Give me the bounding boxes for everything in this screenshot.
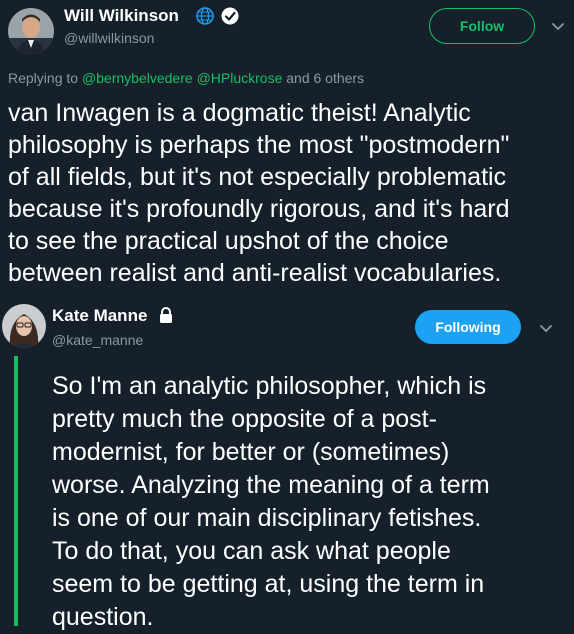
mention-link[interactable]: @bernybelvedere xyxy=(82,70,193,86)
author-handle[interactable]: @willwilkinson xyxy=(64,30,154,46)
author-name[interactable]: Kate Manne xyxy=(52,306,147,326)
globe-icon xyxy=(195,6,215,26)
thread-line xyxy=(14,356,18,626)
author-name[interactable]: Will Wilkinson xyxy=(64,6,179,26)
replying-suffix: and 6 others xyxy=(282,70,365,86)
follow-button[interactable]: Follow xyxy=(429,8,535,44)
replying-prefix: Replying to xyxy=(8,70,82,86)
lock-icon xyxy=(157,306,175,324)
avatar-will-wilkinson[interactable] xyxy=(8,8,54,54)
chevron-down-icon[interactable] xyxy=(538,320,554,336)
tweet-text: van Inwagen is a dogmatic theist! Analyt… xyxy=(8,99,510,287)
chevron-down-icon[interactable] xyxy=(550,18,566,34)
author-handle[interactable]: @kate_manne xyxy=(52,332,143,348)
mention-link[interactable]: @HPluckrose xyxy=(197,70,283,86)
avatar-kate-manne[interactable] xyxy=(2,304,46,348)
following-button[interactable]: Following xyxy=(415,310,521,344)
tweet-text: So I'm an analytic philosopher, which is… xyxy=(52,372,490,631)
verified-badge-icon xyxy=(220,6,240,26)
replying-to: Replying to @bernybelvedere @HPluckrose … xyxy=(8,70,364,86)
